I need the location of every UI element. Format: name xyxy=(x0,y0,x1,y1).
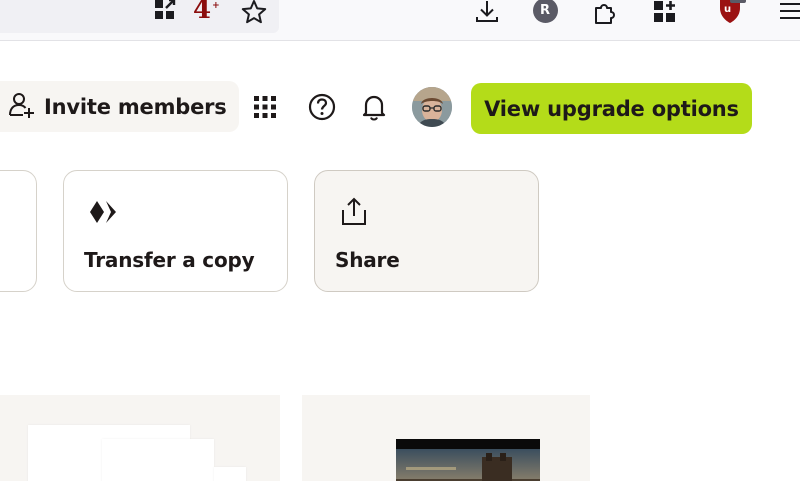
extension-badge-suffix: + xyxy=(212,1,220,11)
svg-text:u: u xyxy=(724,4,731,15)
ublock-shield-icon[interactable]: u xyxy=(716,0,748,24)
user-avatar[interactable] xyxy=(412,87,452,127)
share-label: Share xyxy=(335,248,400,272)
profile-icon[interactable]: R xyxy=(532,0,558,23)
extensions-puzzle-icon[interactable] xyxy=(591,0,619,26)
bookmark-star-icon[interactable] xyxy=(240,0,268,24)
profile-initial: R xyxy=(532,0,558,23)
url-bar[interactable] xyxy=(0,0,279,33)
invite-members-label: Invite members xyxy=(44,94,227,119)
photo-preview xyxy=(396,439,540,481)
transfer-icon xyxy=(86,195,120,229)
file-thumbnail[interactable] xyxy=(0,395,280,481)
browser-toolbar: 4 + R u xyxy=(0,0,800,41)
transfer-copy-label: Transfer a copy xyxy=(84,248,255,272)
hamburger-menu-icon[interactable] xyxy=(778,0,800,22)
file-thumbnail[interactable] xyxy=(302,395,590,481)
view-upgrade-options-button[interactable]: View upgrade options xyxy=(471,83,752,134)
document-preview xyxy=(102,439,214,481)
invite-members-button[interactable]: Invite members xyxy=(0,81,239,132)
action-card-partial[interactable] xyxy=(0,170,37,292)
app-grid-icon[interactable] xyxy=(250,92,280,122)
help-icon[interactable] xyxy=(307,92,337,122)
share-card[interactable]: Share xyxy=(314,170,539,292)
transfer-copy-card[interactable]: Transfer a copy xyxy=(63,170,288,292)
download-icon[interactable] xyxy=(472,0,502,24)
extension-badge[interactable]: 4 + xyxy=(193,0,223,25)
document-preview xyxy=(214,467,246,481)
upgrade-label: View upgrade options xyxy=(484,96,739,121)
share-icon xyxy=(337,195,371,229)
add-user-icon xyxy=(8,91,36,123)
notifications-bell-icon[interactable] xyxy=(359,92,389,122)
extension-badge-count: 4 xyxy=(193,0,212,25)
extension-grid-icon[interactable] xyxy=(150,0,180,20)
apps-grid-icon[interactable] xyxy=(650,0,680,26)
